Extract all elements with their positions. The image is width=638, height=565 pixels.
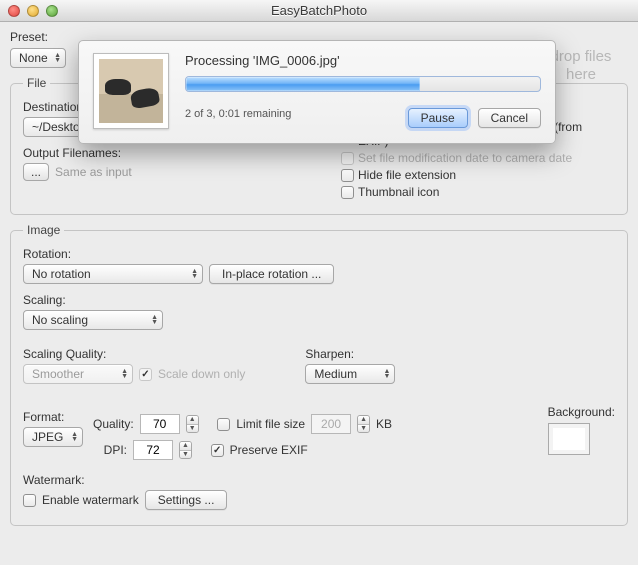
output-filenames-label: Output Filenames:	[23, 146, 323, 160]
limit-filesize-checkbox[interactable]	[217, 418, 230, 431]
background-swatch[interactable]	[548, 423, 590, 455]
background-label: Background:	[548, 405, 615, 419]
set-mod-date-label: Set file modification date to camera dat…	[358, 151, 572, 165]
limit-filesize-stepper: ▲▼	[357, 415, 370, 433]
limit-filesize-label: Limit file size	[236, 417, 305, 431]
preserve-exif-checkbox[interactable]	[211, 444, 224, 457]
quality-field[interactable]	[140, 414, 180, 434]
thumbnail-icon-label: Thumbnail icon	[358, 185, 439, 199]
kb-label: KB	[376, 417, 392, 431]
watermark-settings-button[interactable]: Settings ...	[145, 490, 228, 510]
image-group: Image Rotation: No rotation ▲▼ In-place …	[10, 223, 628, 526]
chevron-updown-icon: ▲▼	[115, 369, 128, 379]
cancel-button[interactable]: Cancel	[478, 108, 541, 128]
watermark-label: Watermark:	[23, 473, 615, 487]
scaling-quality-select: Smoother ▲▼	[23, 364, 133, 384]
titlebar: EasyBatchPhoto	[0, 0, 638, 22]
hide-extension-label: Hide file extension	[358, 168, 456, 182]
quality-stepper[interactable]: ▲▼	[186, 415, 199, 433]
chevron-updown-icon: ▲▼	[185, 269, 198, 279]
hide-extension-checkbox[interactable]	[341, 169, 354, 182]
dpi-field[interactable]	[133, 440, 173, 460]
drop-hint: drop fileshere	[546, 48, 616, 84]
dpi-stepper[interactable]: ▲▼	[179, 441, 192, 459]
preset-select[interactable]: None ▲▼	[10, 48, 66, 68]
chevron-updown-icon: ▲▼	[48, 53, 61, 63]
scaling-quality-label: Scaling Quality:	[23, 347, 245, 361]
sharpen-label: Sharpen:	[305, 347, 395, 361]
quality-label: Quality:	[93, 417, 134, 431]
limit-filesize-field	[311, 414, 351, 434]
progress-fill	[186, 77, 420, 91]
chevron-updown-icon: ▲▼	[65, 432, 78, 442]
window-title: EasyBatchPhoto	[0, 3, 638, 18]
chevron-updown-icon: ▲▼	[377, 369, 390, 379]
format-label: Format:	[23, 410, 83, 424]
set-mod-date-checkbox	[341, 152, 354, 165]
thumbnail	[93, 53, 169, 129]
sharpen-select[interactable]: Medium ▲▼	[305, 364, 395, 384]
rotation-label: Rotation:	[23, 247, 334, 261]
scale-down-only-checkbox	[139, 368, 152, 381]
enable-watermark-checkbox[interactable]	[23, 494, 36, 507]
scaling-select[interactable]: No scaling ▲▼	[23, 310, 163, 330]
inplace-rotation-button[interactable]: In-place rotation ...	[209, 264, 334, 284]
preset-label: Preset:	[10, 30, 48, 44]
scaling-label: Scaling:	[23, 293, 334, 307]
output-filenames-value: Same as input	[55, 165, 132, 179]
thumbnail-icon-checkbox[interactable]	[341, 186, 354, 199]
dpi-label: DPI:	[93, 443, 127, 457]
progress-bar	[185, 76, 541, 92]
image-legend: Image	[23, 223, 64, 237]
progress-sheet: Processing 'IMG_0006.jpg' 2 of 3, 0:01 r…	[78, 40, 556, 144]
progress-title: Processing 'IMG_0006.jpg'	[185, 53, 541, 68]
preserve-exif-label: Preserve EXIF	[230, 443, 308, 457]
format-select[interactable]: JPEG ▲▼	[23, 427, 83, 447]
enable-watermark-label: Enable watermark	[42, 493, 139, 507]
chevron-updown-icon: ▲▼	[145, 315, 158, 325]
file-legend: File	[23, 76, 50, 90]
pause-button[interactable]: Pause	[408, 108, 468, 128]
rotation-select[interactable]: No rotation ▲▼	[23, 264, 203, 284]
scale-down-only-label: Scale down only	[158, 367, 245, 381]
thumbnail-image	[99, 59, 163, 123]
progress-status: 2 of 3, 0:01 remaining	[185, 108, 291, 120]
output-filenames-button[interactable]: ...	[23, 163, 49, 181]
